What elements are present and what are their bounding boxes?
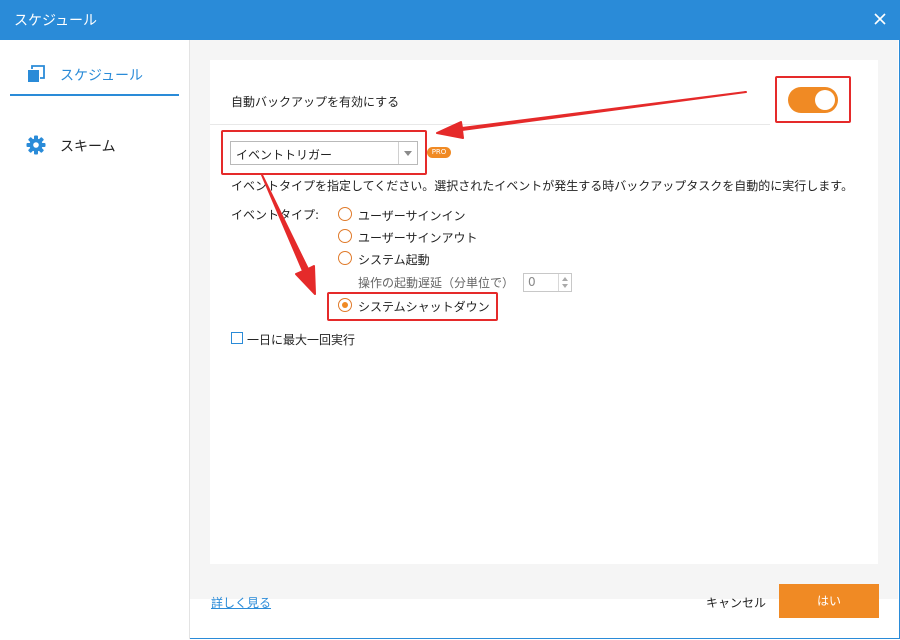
radio-circle [338,229,352,243]
radio-label: ユーザーサインアウト [358,231,478,245]
divider [210,124,770,125]
spin-up-icon[interactable] [562,277,568,281]
sidebar-item-label: スケジュール [60,68,144,84]
sidebar-item-label: スキーム [60,139,116,155]
radio-circle [338,207,352,221]
checkbox-label: 一日に最大一回実行 [247,333,356,347]
copy-icon [28,65,45,82]
event-type-label: イベントタイプ: [231,208,320,222]
highlight-toggle-box [775,76,851,123]
startup-delay-spinner[interactable]: 0 [523,273,572,292]
cancel-button[interactable]: キャンセル [706,594,766,611]
spinner-buttons [558,274,571,291]
sidebar-item-scheme[interactable]: スキーム [10,125,179,165]
sidebar: スケジュール スキーム [0,40,190,639]
startup-delay-value: 0 [528,275,536,289]
pro-badge: PRO [427,147,451,158]
gear-icon [26,135,46,155]
highlight-select-box [221,130,427,175]
sidebar-item-schedule[interactable]: スケジュール [10,54,179,96]
radio-label: システム起動 [358,253,430,267]
window-title: スケジュール [14,13,98,29]
startup-delay-label: 操作の起動遅延（分単位で） [358,276,515,290]
auto-backup-label: 自動バックアップを有効にする [231,95,400,109]
highlight-shutdown-box [327,292,498,321]
title-bar: スケジュール [0,0,900,40]
radio-circle [338,251,352,265]
ok-button[interactable]: はい [779,584,879,618]
learn-more-link[interactable]: 詳しく見る [211,594,271,611]
checkbox-box [231,332,243,344]
radio-label: ユーザーサインイン [358,209,466,223]
close-icon[interactable] [870,9,890,29]
event-description: イベントタイプを指定してください。選択されたイベントが発生する時バックアップタス… [231,179,854,193]
spin-down-icon[interactable] [562,284,568,288]
